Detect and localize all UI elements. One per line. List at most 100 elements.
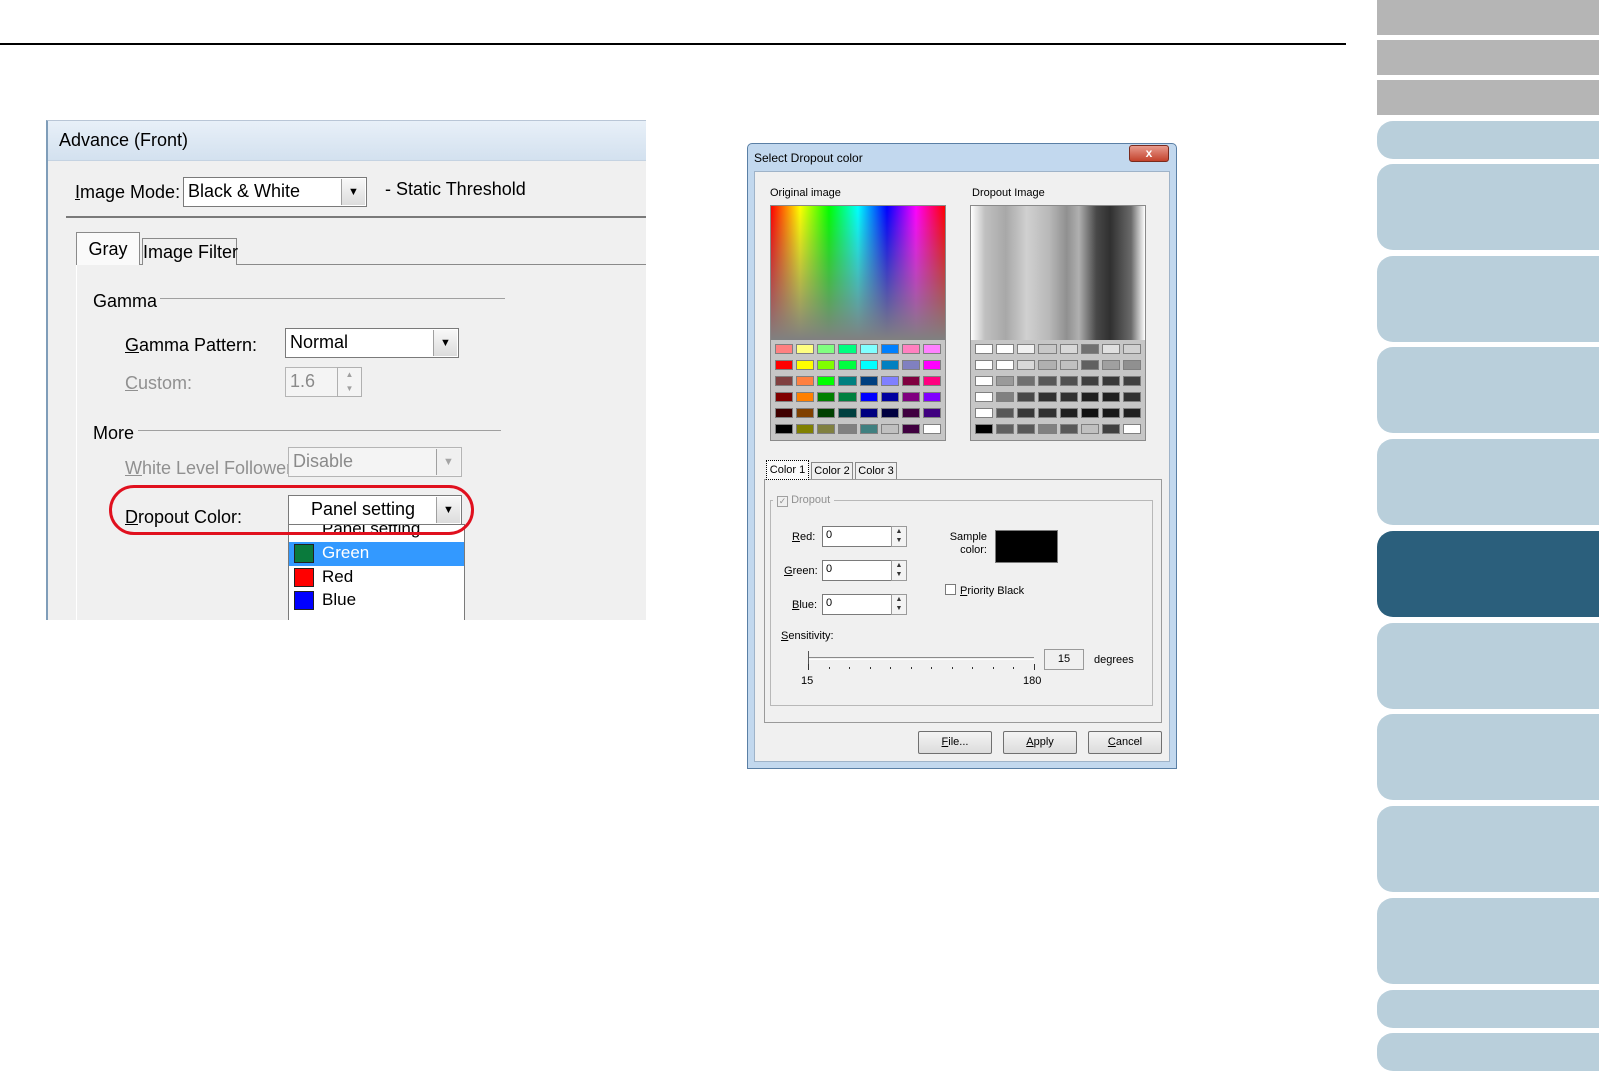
close-icon[interactable]: x: [1129, 145, 1169, 162]
original-image-label: Original image: [770, 187, 841, 199]
palette-swatch: [1038, 344, 1057, 354]
palette-swatch: [1017, 344, 1036, 354]
image-mode-select[interactable]: Black & White ▼: [183, 177, 367, 207]
nav-tab-8[interactable]: [1377, 439, 1599, 525]
chevron-down-icon[interactable]: ▼: [436, 497, 460, 523]
palette-swatch: [901, 376, 920, 386]
palette-swatch: [1059, 424, 1078, 434]
palette-swatch: [1080, 408, 1099, 418]
palette-swatch: [1017, 376, 1036, 386]
custom-input[interactable]: 1.6: [285, 367, 339, 397]
palette-swatch: [838, 408, 857, 418]
blue-spinner[interactable]: ▲ ▼: [891, 594, 907, 615]
tab-color-3[interactable]: Color 3: [855, 462, 897, 479]
palette-swatch: [880, 360, 899, 370]
palette-swatch: [838, 360, 857, 370]
nav-tab-1[interactable]: [1377, 0, 1599, 35]
white-level-label: White Level Follower:: [125, 458, 298, 478]
custom-value: 1.6: [290, 371, 316, 391]
dropdown-option-green[interactable]: Green: [289, 542, 464, 566]
palette-swatch: [859, 408, 878, 418]
chevron-down-icon[interactable]: ▼: [433, 330, 457, 356]
slider-tick: [808, 664, 809, 670]
palette-swatch: [1122, 360, 1141, 370]
green-spinner[interactable]: ▲ ▼: [891, 560, 907, 581]
palette-swatch: [922, 408, 941, 418]
palette-swatch: [838, 344, 857, 354]
nav-tab-4[interactable]: [1377, 121, 1599, 159]
dropout-color-select[interactable]: Panel setting ▼: [288, 495, 462, 525]
palette-swatch: [1017, 392, 1036, 402]
tab-image-filter[interactable]: Image Filter: [142, 238, 238, 265]
slider-tick: [1013, 667, 1015, 669]
red-input[interactable]: 0: [822, 526, 892, 547]
nav-tab-6[interactable]: [1377, 256, 1599, 342]
red-spinner[interactable]: ▲ ▼: [891, 526, 907, 547]
palette-swatch: [1038, 424, 1057, 434]
cancel-button[interactable]: Cancel: [1088, 731, 1162, 754]
nav-tab-7[interactable]: [1377, 347, 1599, 433]
gamma-pattern-label: Gamma Pattern:: [125, 335, 258, 355]
sensitivity-slider-track[interactable]: [808, 657, 1034, 660]
green-value: 0: [826, 563, 833, 575]
dropdown-option-red[interactable]: Red: [289, 566, 464, 590]
separator: [66, 216, 646, 218]
apply-button[interactable]: Apply: [1003, 731, 1077, 754]
custom-spinner[interactable]: ▲ ▼: [337, 367, 362, 397]
palette-swatch: [880, 408, 899, 418]
nav-tab-2[interactable]: [1377, 40, 1599, 75]
slider-max-label: 180: [1023, 675, 1042, 687]
palette-swatch: [859, 392, 878, 402]
palette-swatch: [996, 360, 1015, 370]
palette-swatch: [1122, 392, 1141, 402]
chevron-down-icon[interactable]: ▼: [341, 179, 365, 205]
file-button[interactable]: File...: [918, 731, 992, 754]
nav-tab-15[interactable]: [1377, 1033, 1599, 1071]
nav-tab-9-active[interactable]: [1377, 531, 1599, 617]
slider-tick: [972, 667, 974, 669]
green-swatch-icon: [294, 544, 314, 563]
slider-tick: [931, 667, 933, 669]
slider-tick: [890, 667, 892, 669]
slider-min-label: 15: [801, 675, 814, 687]
palette-swatch: [1101, 360, 1120, 370]
priority-black-checkbox[interactable]: Priority Black: [945, 584, 1024, 597]
gamma-group-rule: [160, 298, 505, 299]
palette-swatch: [1101, 344, 1120, 354]
blue-value: 0: [826, 597, 833, 609]
dropout-image: [970, 205, 1146, 441]
green-input[interactable]: 0: [822, 560, 892, 581]
chevron-down-icon[interactable]: ▼: [436, 449, 460, 475]
nav-tab-3[interactable]: [1377, 80, 1599, 115]
palette-swatch: [901, 408, 920, 418]
nav-tab-5[interactable]: [1377, 164, 1599, 250]
palette-swatch: [796, 408, 815, 418]
gamma-pattern-select[interactable]: Normal ▼: [285, 328, 459, 358]
nav-tab-12[interactable]: [1377, 806, 1599, 892]
palette-swatch: [1122, 344, 1141, 354]
dropdown-option-blue[interactable]: Blue: [289, 589, 464, 613]
more-group-label: More: [93, 423, 135, 443]
nav-tab-10[interactable]: [1377, 623, 1599, 709]
dropdown-option-panel-setting[interactable]: Panel setting: [289, 525, 464, 542]
nav-tab-11[interactable]: [1377, 714, 1599, 800]
slider-tick: [910, 667, 912, 669]
tab-gray[interactable]: Gray: [76, 232, 140, 266]
tab-color-1[interactable]: Color 1: [766, 460, 809, 480]
dropout-checkbox[interactable]: ✓ Dropout: [773, 494, 835, 507]
white-level-select[interactable]: Disable ▼: [288, 447, 462, 477]
palette-swatch: [975, 344, 994, 354]
tab-color-2[interactable]: Color 2: [811, 462, 853, 479]
dropout-color-dropdown: Panel setting Green Red Blue: [288, 524, 465, 620]
blue-input[interactable]: 0: [822, 594, 892, 615]
nav-tab-13[interactable]: [1377, 898, 1599, 984]
palette-swatch: [775, 344, 794, 354]
nav-tab-14[interactable]: [1377, 990, 1599, 1028]
original-image[interactable]: [770, 205, 946, 441]
slider-thumb[interactable]: [808, 651, 814, 664]
palette-swatch: [922, 392, 941, 402]
sensitivity-value-box[interactable]: 15: [1044, 649, 1084, 670]
palette-swatch: [1101, 408, 1120, 418]
palette-swatch: [1017, 408, 1036, 418]
palette-swatch: [838, 376, 857, 386]
